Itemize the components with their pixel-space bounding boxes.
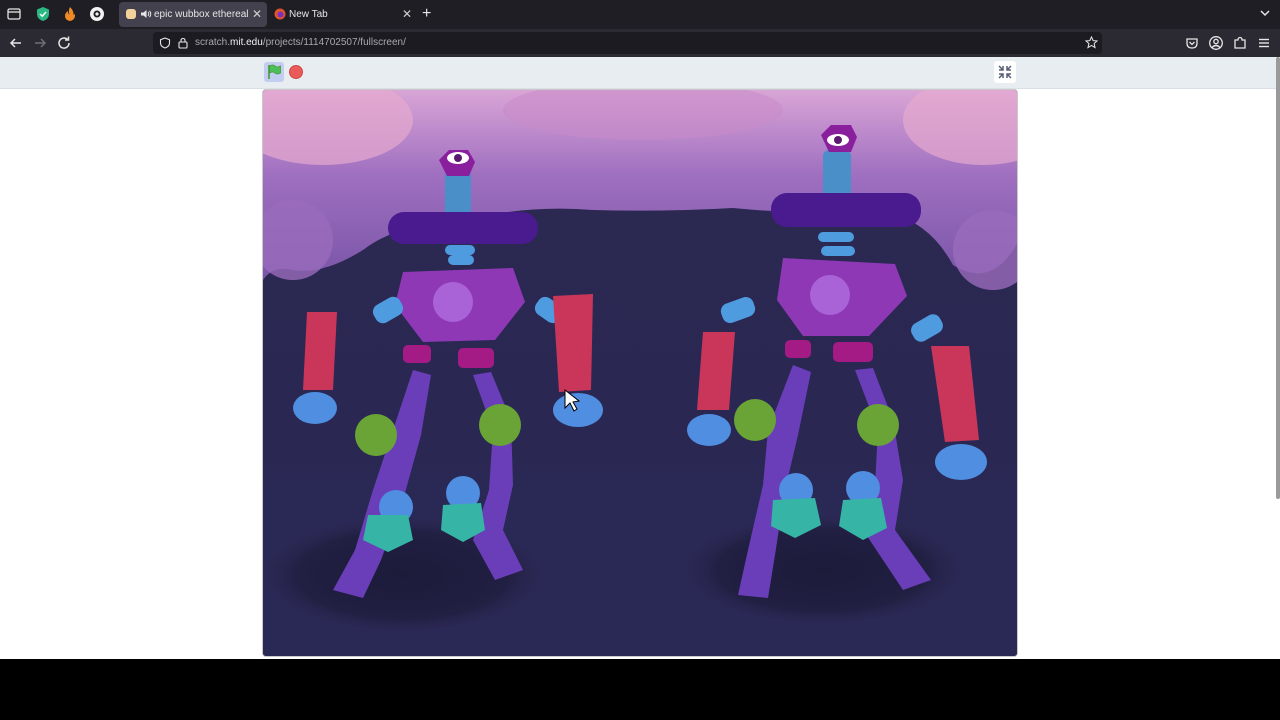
address-bar[interactable]: scratch.mit.edu/projects/1114702507/full… <box>153 32 1102 54</box>
firefox-view-icon[interactable] <box>6 6 22 22</box>
firefox-icon <box>274 8 286 20</box>
account-icon[interactable] <box>1208 35 1224 51</box>
url-text[interactable]: scratch.mit.edu/projects/1114702507/full… <box>195 32 406 54</box>
site-info-shield-icon[interactable] <box>159 37 171 49</box>
stop-icon[interactable] <box>289 65 303 79</box>
shield-check-icon[interactable] <box>35 6 51 22</box>
navigation-bar: scratch.mit.edu/projects/1114702507/full… <box>0 29 1280 57</box>
green-flag-icon <box>268 64 281 79</box>
scratch-favicon-icon <box>126 9 136 19</box>
back-icon[interactable] <box>8 35 24 51</box>
reload-icon[interactable] <box>56 35 72 51</box>
tab-wubbox[interactable]: epic wubbox ethereal is ✕ <box>119 2 267 27</box>
close-tab-icon[interactable]: ✕ <box>402 2 412 27</box>
forward-icon[interactable] <box>32 35 48 51</box>
url-path: /projects/1114702507/fullscreen/ <box>262 37 406 48</box>
circle-logo-icon[interactable] <box>89 6 105 22</box>
flame-icon[interactable] <box>62 6 78 22</box>
scratch-controls-bar <box>0 57 1276 89</box>
tab-title: New Tab <box>289 9 328 20</box>
new-tab-button[interactable]: + <box>422 4 431 24</box>
speaker-icon[interactable] <box>140 8 152 20</box>
menu-icon[interactable] <box>1256 35 1272 51</box>
star-bookmark-icon[interactable] <box>1085 36 1098 49</box>
tab-title: epic wubbox ethereal is <box>154 9 251 20</box>
url-domain: mit.edu <box>230 37 263 48</box>
exit-fullscreen-button[interactable] <box>994 61 1016 83</box>
tab-new-tab[interactable]: New Tab ✕ <box>268 2 418 27</box>
page-content <box>0 57 1280 659</box>
exit-fullscreen-icon <box>998 65 1012 79</box>
stage-scene <box>263 90 1017 656</box>
url-subdomain: scratch. <box>195 37 231 48</box>
tab-bar: epic wubbox ethereal is ✕ New Tab ✕ + <box>0 0 1280 29</box>
chevron-down-icon[interactable] <box>1258 6 1272 20</box>
page-scrollbar[interactable] <box>1276 57 1280 499</box>
extensions-icon[interactable] <box>1232 35 1248 51</box>
scratch-stage[interactable] <box>262 89 1018 657</box>
green-flag-button[interactable] <box>264 62 284 82</box>
pocket-icon[interactable] <box>1184 35 1200 51</box>
close-tab-icon[interactable]: ✕ <box>252 2 262 27</box>
video-letterbox <box>0 659 1280 720</box>
lock-icon[interactable] <box>177 37 189 49</box>
